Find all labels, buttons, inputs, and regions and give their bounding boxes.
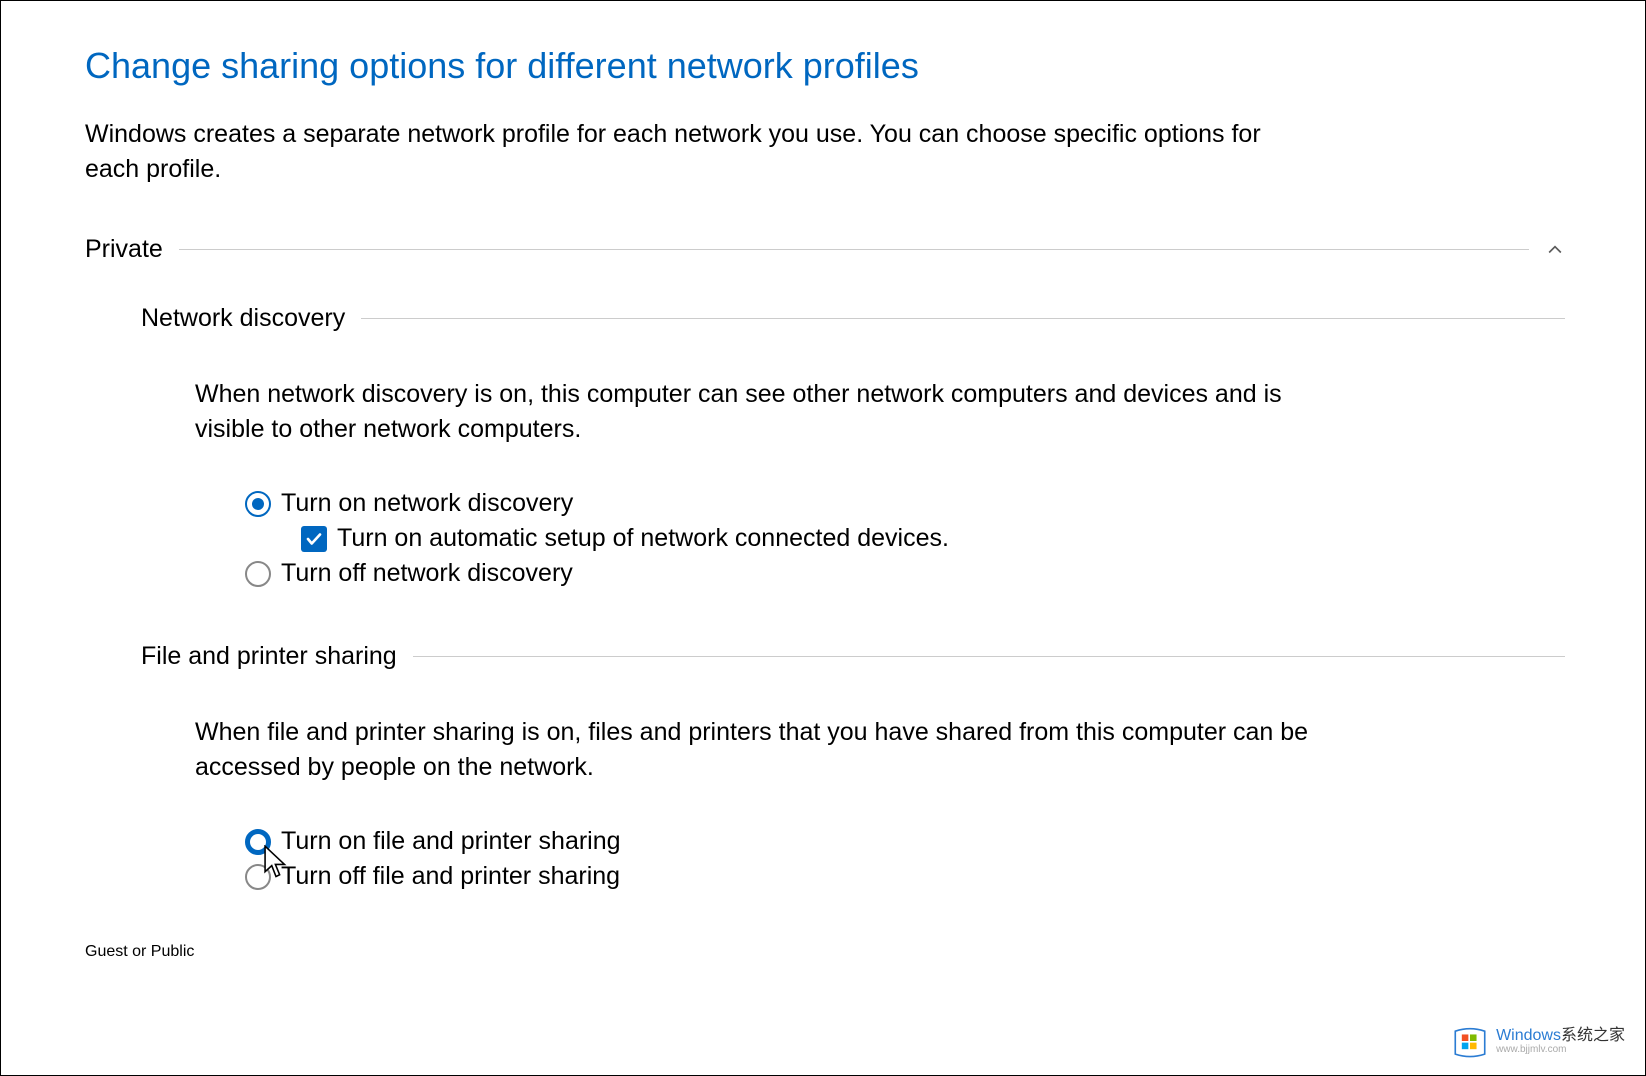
file-printer-sharing-description: When file and printer sharing is on, fil… xyxy=(195,715,1315,785)
radio-label: Turn on network discovery xyxy=(281,489,573,518)
profile-label-guest-public: Guest or Public xyxy=(85,943,194,961)
radio-icon xyxy=(245,561,271,587)
radio-label: Turn on file and printer sharing xyxy=(281,827,621,856)
divider xyxy=(413,656,1565,657)
page-description: Windows creates a separate network profi… xyxy=(85,117,1305,187)
checkbox-icon xyxy=(301,526,327,552)
watermark-text: Windows系统之家 www.bjjmlv.com xyxy=(1496,1027,1625,1056)
radio-file-sharing-on[interactable]: Turn on file and printer sharing xyxy=(245,827,1565,856)
page-title: Change sharing options for different net… xyxy=(85,45,1565,87)
radio-icon xyxy=(245,829,271,855)
radio-network-discovery-on[interactable]: Turn on network discovery xyxy=(245,489,1565,518)
profile-header-private[interactable]: Private xyxy=(85,235,1565,264)
profile-header-guest-public[interactable]: Guest or Public xyxy=(85,943,1565,961)
divider xyxy=(361,318,1565,319)
network-discovery-radio-group: Turn on network discovery Turn on automa… xyxy=(245,489,1565,588)
radio-icon xyxy=(245,491,271,517)
profile-label-private: Private xyxy=(85,235,163,264)
network-discovery-description: When network discovery is on, this compu… xyxy=(195,377,1315,447)
divider xyxy=(179,249,1529,250)
windows-logo-icon xyxy=(1452,1023,1488,1059)
radio-label: Turn off file and printer sharing xyxy=(281,862,620,891)
section-title-file-printer-sharing: File and printer sharing xyxy=(141,642,397,671)
section-title-network-discovery: Network discovery xyxy=(141,304,345,333)
checkbox-label: Turn on automatic setup of network conne… xyxy=(337,524,949,553)
watermark: Windows系统之家 www.bjjmlv.com xyxy=(1452,1023,1625,1059)
section-header-file-printer-sharing: File and printer sharing xyxy=(141,642,1565,671)
file-printer-sharing-radio-group: Turn on file and printer sharing Turn of… xyxy=(245,827,1565,891)
radio-label: Turn off network discovery xyxy=(281,559,573,588)
checkbox-auto-setup[interactable]: Turn on automatic setup of network conne… xyxy=(301,524,1565,553)
radio-network-discovery-off[interactable]: Turn off network discovery xyxy=(245,559,1565,588)
section-header-network-discovery: Network discovery xyxy=(141,304,1565,333)
chevron-up-icon xyxy=(1545,240,1565,260)
radio-file-sharing-off[interactable]: Turn off file and printer sharing xyxy=(245,862,1565,891)
radio-icon xyxy=(245,864,271,890)
